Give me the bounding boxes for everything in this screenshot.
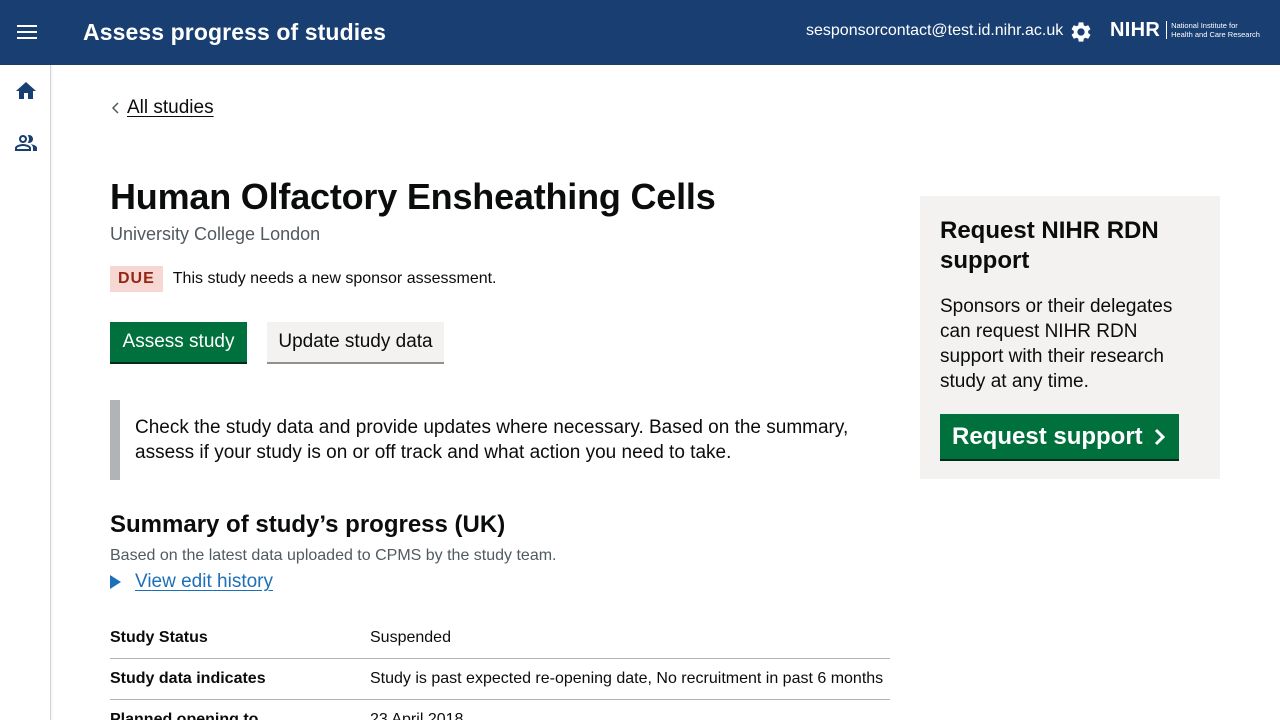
gear-icon[interactable] xyxy=(1069,20,1093,44)
nihr-logo-word: NIHR xyxy=(1110,19,1161,41)
caret-right-icon xyxy=(110,575,121,589)
all-studies-link[interactable]: All studies xyxy=(127,97,214,119)
summary-table: Study Status Suspended Study data indica… xyxy=(110,618,890,720)
row-key: Study Status xyxy=(110,629,208,646)
organisation-name: University College London xyxy=(110,224,321,244)
app-header: Assess progress of studies sesponsorcont… xyxy=(0,0,1280,65)
table-row: Study Status Suspended xyxy=(110,618,890,659)
chevron-right-icon xyxy=(1154,428,1165,445)
status-row: DUE This study needs a new sponsor asses… xyxy=(110,266,497,292)
nihr-logo: NIHR National Institute for Health and C… xyxy=(1110,19,1266,41)
row-value: Study is past expected re-opening date, … xyxy=(370,670,884,687)
sidebar xyxy=(0,65,51,720)
app-title: Assess progress of studies xyxy=(83,19,386,45)
menu-icon[interactable] xyxy=(17,25,37,41)
row-value: 23 April 2018 xyxy=(370,711,464,720)
nihr-logo-subtitle-line2: Health and Care Research xyxy=(1171,30,1260,39)
inset-text: Check the study data and provide updates… xyxy=(110,400,890,480)
assess-study-button[interactable]: Assess study xyxy=(110,322,247,362)
row-key: Planned opening to xyxy=(110,711,259,720)
request-support-button[interactable]: Request support xyxy=(940,414,1179,459)
panel-title: Request NIHR RDN support xyxy=(940,217,1159,274)
home-icon[interactable] xyxy=(14,79,38,103)
summary-title: Summary of study’s progress (UK) xyxy=(110,511,506,538)
user-email: sesponsorcontact@test.id.nihr.ac.uk xyxy=(806,22,1064,39)
back-link[interactable]: All studies xyxy=(110,97,214,119)
request-support-label: Request support xyxy=(952,422,1143,450)
summary-subtitle: Based on the latest data uploaded to CPM… xyxy=(110,547,557,564)
row-key: Study data indicates xyxy=(110,670,266,687)
view-edit-history-toggle[interactable]: View edit history xyxy=(110,571,273,593)
nihr-logo-subtitle: National Institute for Health and Care R… xyxy=(1166,21,1266,39)
request-support-panel: Request NIHR RDN support Sponsors or the… xyxy=(920,196,1220,479)
status-message: This study needs a new sponsor assessmen… xyxy=(172,270,497,287)
table-row: Study data indicates Study is past expec… xyxy=(110,659,890,700)
nihr-logo-subtitle-line1: National Institute for xyxy=(1171,21,1238,30)
page-title: Human Olfactory Ensheathing Cells xyxy=(110,176,716,217)
row-value: Suspended xyxy=(370,629,451,646)
table-row: Planned opening to 23 April 2018 xyxy=(110,700,890,720)
panel-text: Sponsors or their delegates can request … xyxy=(940,296,1173,392)
view-edit-history-link[interactable]: View edit history xyxy=(135,571,273,593)
update-study-data-button[interactable]: Update study data xyxy=(267,322,444,362)
status-badge: DUE xyxy=(110,266,163,292)
chevron-left-icon xyxy=(111,102,119,114)
people-icon[interactable] xyxy=(14,131,38,155)
